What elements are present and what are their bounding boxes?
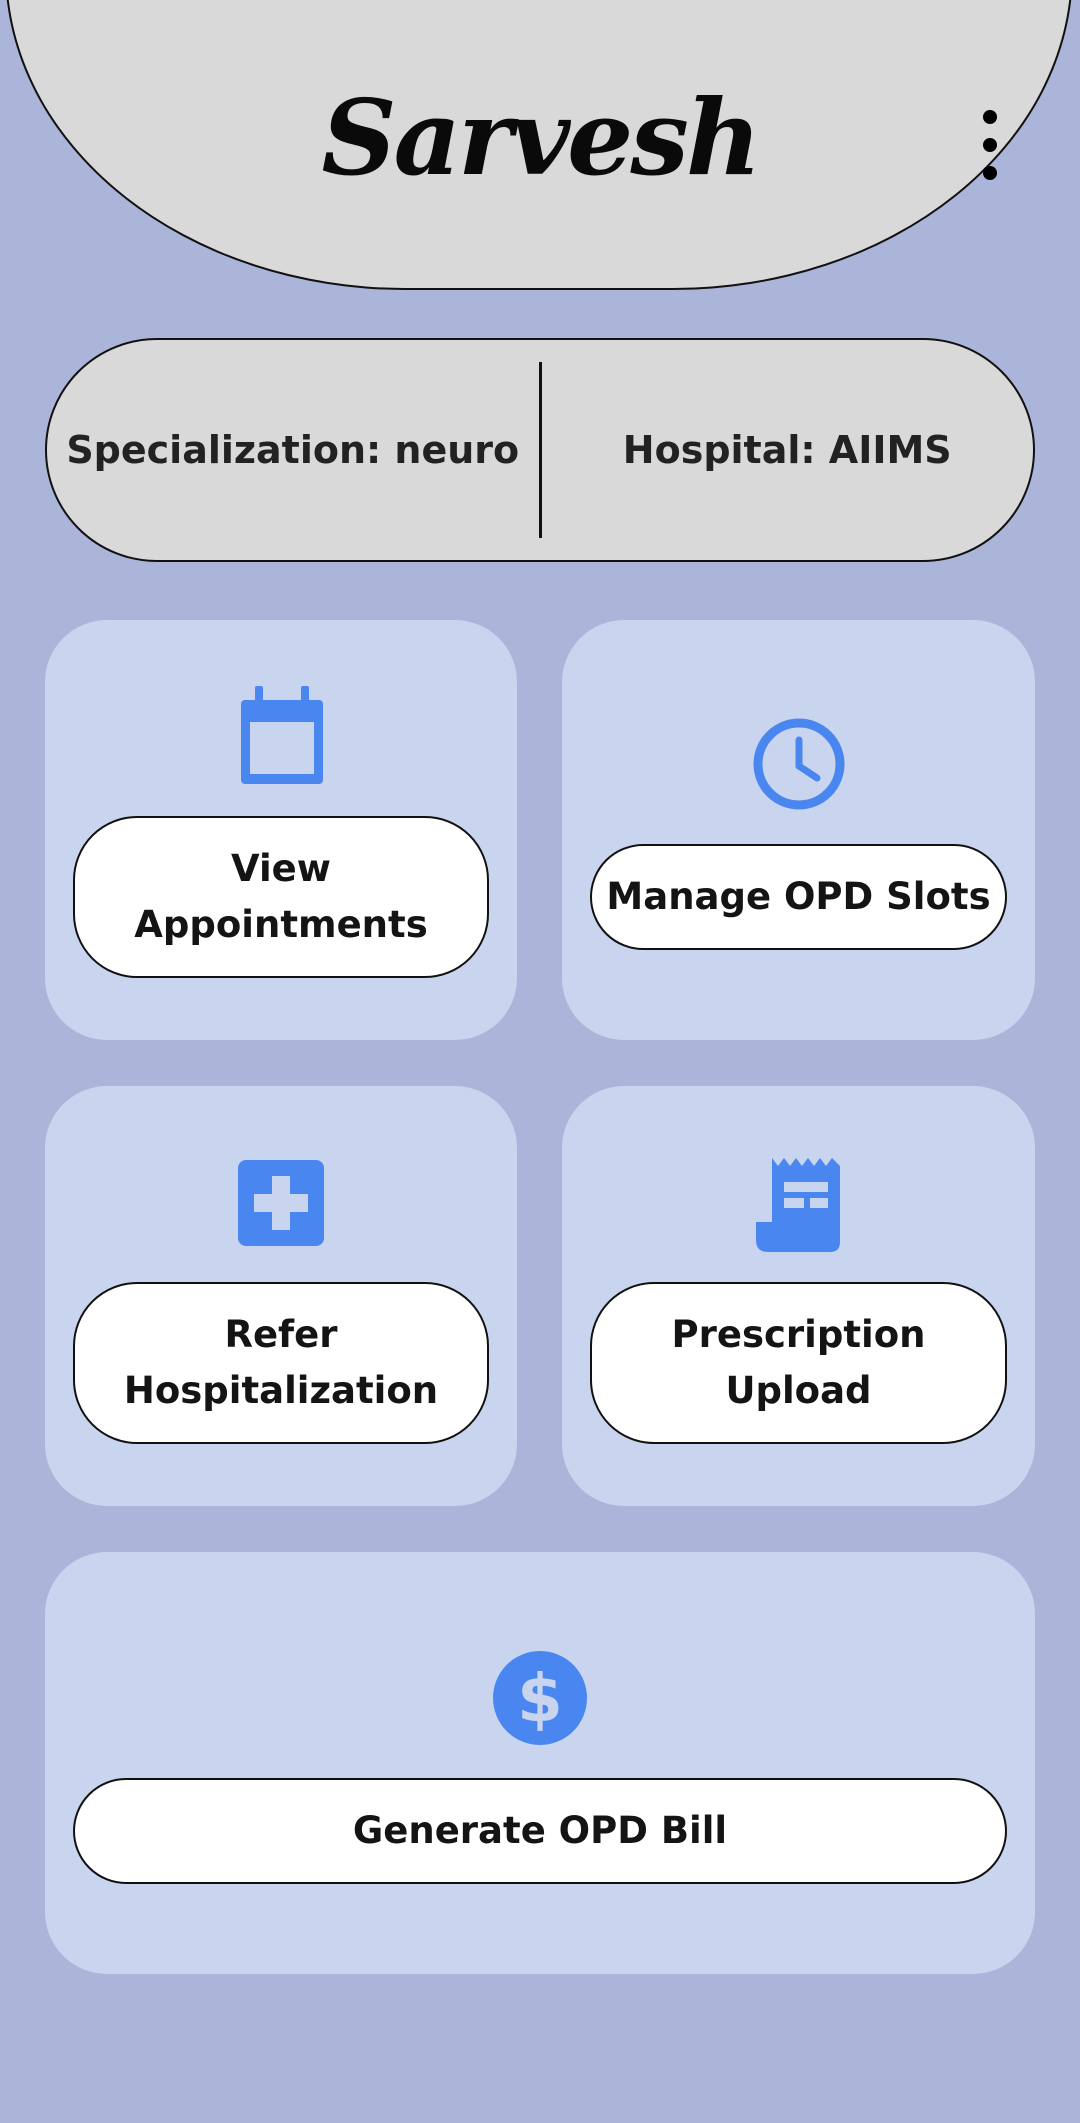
- receipt-icon: [755, 1158, 840, 1252]
- more-vert-icon[interactable]: [970, 110, 1010, 180]
- prescription-upload-button[interactable]: Prescription Upload: [590, 1282, 1007, 1444]
- hospital-text: Hospital: AIIMS: [622, 428, 952, 472]
- doctor-info-pill: Specialization: neuro Hospital: AIIMS: [45, 338, 1035, 562]
- hospital-plus-icon: [238, 1160, 324, 1246]
- menu-dot: [983, 110, 997, 124]
- generate-opd-bill-button[interactable]: Generate OPD Bill: [73, 1778, 1007, 1884]
- generate-opd-bill-card: $ Generate OPD Bill: [45, 1552, 1035, 1974]
- calendar-icon: [241, 686, 323, 784]
- manage-opd-slots-card: Manage OPD Slots: [562, 620, 1035, 1040]
- prescription-upload-card: Prescription Upload: [562, 1086, 1035, 1506]
- menu-dot: [983, 138, 997, 152]
- specialization-text: Specialization: neuro: [66, 428, 520, 472]
- refer-hospitalization-button[interactable]: Refer Hospitalization: [73, 1282, 489, 1444]
- clock-icon: [753, 718, 844, 810]
- svg-text:$: $: [517, 1660, 563, 1737]
- view-appointments-button[interactable]: View Appointments: [73, 816, 489, 978]
- refer-hospitalization-card: Refer Hospitalization: [45, 1086, 517, 1506]
- dollar-icon: $: [493, 1651, 587, 1745]
- menu-dot: [983, 166, 997, 180]
- manage-opd-slots-button[interactable]: Manage OPD Slots: [590, 844, 1007, 950]
- header-title: Sarvesh: [321, 76, 761, 199]
- view-appointments-card: View Appointments: [45, 620, 517, 1040]
